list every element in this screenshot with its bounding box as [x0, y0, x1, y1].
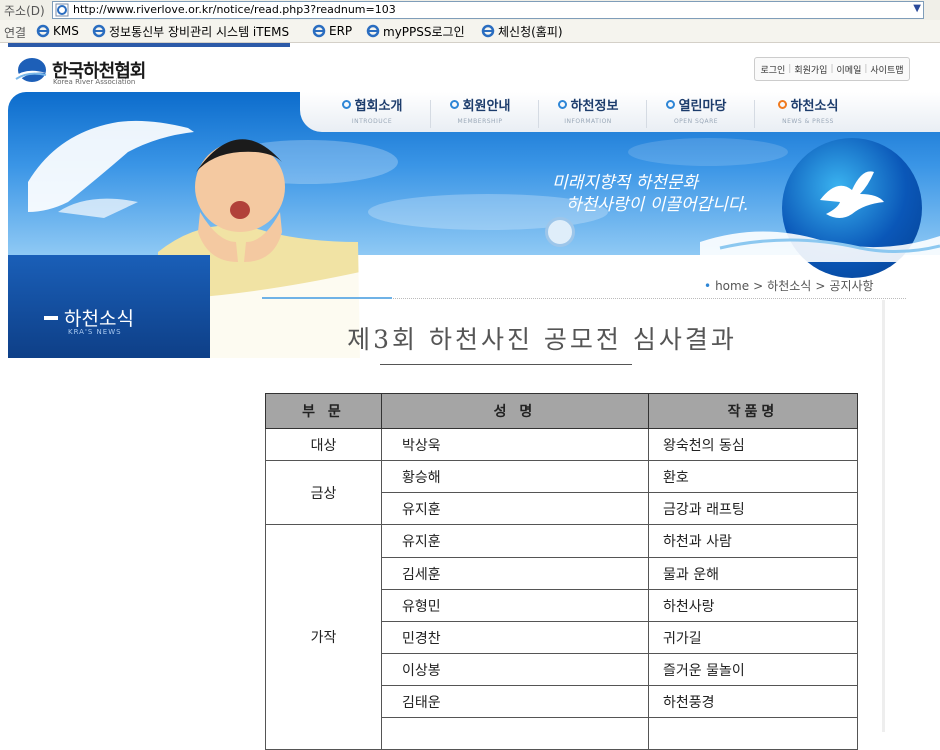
- work-cell: [648, 717, 858, 750]
- name-cell: 유지훈: [381, 492, 649, 525]
- top-links: 로그인 | 회원가입 | 이메일 | 사이트맵: [754, 57, 910, 81]
- link-post-office[interactable]: 체신청(홈피): [481, 23, 563, 39]
- name-cell: 황승해: [381, 460, 649, 493]
- site-logo[interactable]: 한국하천협회 Korea River Association: [12, 55, 162, 89]
- work-cell: 즐거운 물놀이: [648, 653, 858, 686]
- nav-item-information[interactable]: 하천정보 INFORMATION: [538, 95, 638, 125]
- ie-icon: [366, 24, 380, 38]
- nav-bullet-icon: [449, 100, 459, 109]
- work-cell: 왕숙천의 동심: [648, 428, 858, 461]
- results-table: 부 문 성 명 작품명 대상 박상욱 왕숙천의 동심 금상 황승해 환호 유지훈…: [265, 393, 858, 750]
- name-cell: 박상욱: [381, 428, 649, 461]
- address-url: http://www.riverlove.or.kr/notice/read.p…: [73, 3, 396, 16]
- logo-icon: [14, 58, 47, 82]
- ie-page-icon: [55, 3, 69, 17]
- ie-icon: [481, 24, 495, 38]
- content-divider-accent: [262, 297, 392, 299]
- work-cell: 하천과 사람: [648, 524, 858, 558]
- title-underline: [380, 364, 632, 365]
- nav-item-membership[interactable]: 회원안내 MEMBERSHIP: [430, 95, 530, 125]
- table-row: 금상 황승해 환호: [265, 460, 858, 525]
- work-cell: 귀가길: [648, 621, 858, 654]
- side-title: 하천소식: [44, 304, 134, 331]
- breadcrumb-news[interactable]: 하천소식: [767, 277, 811, 294]
- dash-icon: [44, 315, 58, 320]
- category-cell: 대상: [265, 428, 382, 461]
- link-myppss[interactable]: myPPSS로그인: [366, 23, 465, 39]
- links-bar: 연결 KMS 정보통신부 장비관리 시스템 iTEMS ERP myPPSS로그…: [0, 20, 940, 43]
- table-row: 가작 유지훈 하천과 사람: [265, 524, 858, 750]
- chevron-right-icon: >: [815, 278, 826, 293]
- wave-graphic: [700, 231, 940, 262]
- nav-divider: [754, 100, 755, 128]
- name-cell: 김세훈: [381, 557, 649, 590]
- work-cell: 하천사랑: [648, 589, 858, 622]
- column-header-name: 성 명: [381, 393, 649, 429]
- ie-icon: [92, 24, 106, 38]
- name-cell: 김태운: [381, 685, 649, 718]
- name-cell: 이상봉: [381, 653, 649, 686]
- address-input[interactable]: http://www.riverlove.or.kr/notice/read.p…: [52, 1, 924, 19]
- category-cell: 금상: [265, 460, 382, 525]
- join-link[interactable]: 회원가입: [794, 63, 827, 76]
- ie-icon: [312, 24, 326, 38]
- banner-play-button[interactable]: [545, 217, 575, 247]
- chevron-right-icon: >: [753, 278, 764, 293]
- login-link[interactable]: 로그인: [760, 63, 785, 76]
- name-cell: [381, 717, 649, 750]
- column-header-work: 작품명: [648, 393, 858, 429]
- breadcrumb-home[interactable]: home: [715, 279, 749, 293]
- name-cell: 유지훈: [381, 524, 649, 558]
- nav-bullet-icon: [665, 100, 675, 109]
- ie-icon: [36, 24, 50, 38]
- banner-slogan-line2: 하천사랑이 이끌어갑니다.: [566, 195, 749, 215]
- table-row: 대상 박상욱 왕숙천의 동심: [265, 428, 858, 461]
- address-label: 주소(D): [4, 4, 45, 18]
- link-kms[interactable]: KMS: [36, 23, 79, 39]
- link-items[interactable]: 정보통신부 장비관리 시스템 iTEMS: [92, 23, 289, 39]
- chevron-down-icon[interactable]: ▼: [913, 3, 921, 14]
- sitemap-link[interactable]: 사이트맵: [870, 63, 903, 76]
- nav-item-open-square[interactable]: 열린마당 OPEN SQARE: [646, 95, 746, 125]
- category-cell: 가작: [265, 524, 382, 750]
- table-header-row: 부 문 성 명 작품명: [265, 393, 858, 429]
- name-cell: 유형민: [381, 589, 649, 622]
- email-link[interactable]: 이메일: [837, 63, 862, 76]
- nav-bullet-icon: [557, 100, 567, 109]
- nav-item-news[interactable]: 하천소식 NEWS & PRESS: [758, 95, 858, 125]
- breadcrumb: • home > 하천소식 > 공지사항: [704, 277, 874, 294]
- content-right-edge: [882, 300, 885, 732]
- side-subtitle: KRA'S NEWS: [68, 328, 122, 336]
- breadcrumb-notice[interactable]: 공지사항: [829, 277, 873, 294]
- name-cell: 민경찬: [381, 621, 649, 654]
- page-title: 제3회 하천사진 공모전 심사결과: [347, 325, 737, 354]
- bullet-icon: •: [704, 278, 712, 293]
- work-cell: 하천풍경: [648, 685, 858, 718]
- divider: |: [864, 64, 868, 74]
- work-cell: 환호: [648, 460, 858, 493]
- link-erp[interactable]: ERP: [312, 23, 352, 39]
- divider: |: [830, 64, 834, 74]
- work-cell: 금강과 래프팅: [648, 492, 858, 525]
- links-label: 연결: [4, 26, 27, 40]
- nav-bullet-active-icon: [777, 100, 787, 109]
- header-accent-strip: [8, 43, 290, 47]
- divider: |: [788, 64, 792, 74]
- work-cell: 물과 운해: [648, 557, 858, 590]
- address-bar: 주소(D) http://www.riverlove.or.kr/notice/…: [0, 0, 940, 21]
- column-header-category: 부 문: [265, 393, 382, 429]
- logo-subtitle: Korea River Association: [53, 78, 136, 86]
